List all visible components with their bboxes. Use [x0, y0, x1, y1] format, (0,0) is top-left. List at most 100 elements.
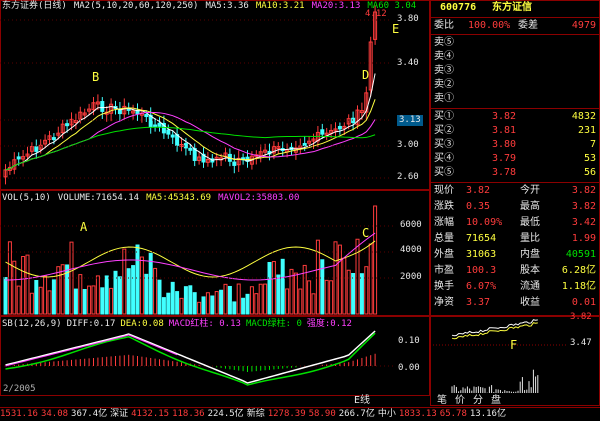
- volume-bar: [91, 285, 96, 315]
- stock-code: 600776: [440, 2, 477, 13]
- volume-bar: [337, 244, 342, 315]
- main-header-item-4: MA20:3.13: [311, 1, 361, 11]
- volume-bar: [324, 279, 329, 315]
- volume-bar: [342, 257, 347, 315]
- stat-value: 0.35: [466, 201, 491, 212]
- stat-value-2: 3.82: [571, 201, 596, 212]
- stat-value: 71654: [466, 233, 497, 244]
- stat-label: 总量: [434, 233, 454, 244]
- vol-axis-2: 4000: [400, 245, 422, 255]
- volume-bar: [285, 288, 290, 315]
- tab-bi[interactable]: 笔: [434, 395, 450, 407]
- mini-price-line: [451, 319, 538, 337]
- tab-e-line[interactable]: E线: [350, 395, 374, 407]
- stat-label: 换手: [434, 281, 454, 292]
- candle-body: [170, 134, 175, 138]
- sell-label: 卖③: [434, 65, 454, 76]
- macd-header: SB(12,26,9) DIFF:0.17 DEA:0.08 MACD红柱: 0.13…: [2, 319, 357, 330]
- vol-header-item-2: MA5:45343.69: [146, 193, 212, 203]
- volume-bar: [161, 297, 166, 315]
- volume-bar: [21, 256, 26, 315]
- volume-bar: [276, 274, 281, 315]
- candle-body: [144, 114, 149, 118]
- stat-label: 涨幅: [434, 217, 454, 228]
- annotation-b: B: [92, 70, 100, 84]
- tab-pan[interactable]: 盘: [488, 395, 504, 407]
- ticker-item-10: 266.7亿: [338, 409, 375, 419]
- ticker-item-3: 深证: [110, 409, 129, 419]
- annotation-f: F: [510, 338, 518, 352]
- candle-body: [302, 143, 307, 147]
- ticker-item-1: 34.08: [40, 409, 69, 419]
- volume-bar: [56, 266, 61, 315]
- current-price-tag: 3.13: [397, 115, 423, 126]
- volume-bar: [210, 295, 215, 315]
- buy-row: 买① 3.82 4832: [432, 111, 600, 123]
- candle-body: [232, 161, 237, 166]
- volume-bar: [104, 275, 109, 315]
- volume-bar: [232, 301, 237, 315]
- stat-value: 3.37: [466, 297, 491, 308]
- volume-bar: [43, 275, 48, 315]
- stat-value-2: 3.82: [571, 185, 596, 196]
- vol-axis-1: 6000: [400, 220, 422, 230]
- volume-bar: [166, 292, 171, 315]
- buy-price: 3.82: [492, 111, 517, 122]
- tab-fen[interactable]: 分: [470, 395, 486, 407]
- candle-body: [337, 125, 342, 130]
- volume-bar: [201, 296, 206, 315]
- axis-label-3: 3.00: [397, 140, 419, 150]
- ticker-item-13: 65.78: [439, 409, 467, 419]
- volume-bar: [183, 286, 188, 315]
- vol-header-item-3: MAVOL2:35803.00: [218, 193, 300, 203]
- volume-bar: [100, 287, 105, 315]
- mini-avg-line: [451, 322, 538, 340]
- volume-bar: [179, 297, 184, 315]
- volume-bar: [329, 280, 334, 315]
- wei-bi-label: 委比: [434, 20, 454, 31]
- volume-bar: [364, 266, 369, 315]
- stat-value-2: 0.01: [571, 297, 596, 308]
- ticker-item-0: 1531.16: [0, 409, 38, 419]
- volume-bar: [60, 264, 65, 315]
- volume-bar: [73, 288, 78, 315]
- volume-bar: [153, 267, 158, 315]
- sell-row: 卖④: [432, 51, 600, 63]
- tab-jia[interactable]: 价: [452, 395, 468, 407]
- peak-price-label: 4.12: [365, 9, 387, 19]
- axis-label-4: 2.60: [397, 172, 419, 182]
- main-header: 东方证券(日线) MA2(5,10,20,60,120,250) MA5:3.36 M…: [2, 1, 423, 12]
- vol-header-item-0: VOL(5,10): [2, 193, 51, 203]
- ticker-item-8: 1278.39: [267, 409, 306, 419]
- buy-row: 买④ 3.79 53: [432, 153, 600, 165]
- wei-bi-value: 100.00%: [468, 20, 511, 31]
- ma-line-5: [5, 73, 376, 171]
- buy-row: 买⑤ 3.78 56: [432, 167, 600, 179]
- buy-label: 买②: [434, 125, 454, 136]
- buy-row: 买② 3.81 231: [432, 125, 600, 137]
- volume-bar: [359, 273, 364, 315]
- candle-body: [166, 129, 171, 135]
- annotation-e: E: [392, 22, 400, 36]
- stat-value: 31063: [466, 249, 497, 260]
- volume-bar: [175, 291, 180, 315]
- volume-bar: [126, 268, 131, 315]
- stat-row: 现价 3.82 今开 3.82: [432, 185, 600, 197]
- volume-bar: [311, 293, 316, 315]
- stat-value: 6.07%: [466, 281, 497, 292]
- ticker-item-7: 新综: [246, 409, 265, 419]
- candle-body: [157, 122, 162, 127]
- volume-bar: [34, 280, 39, 315]
- macd-header-item-2: DEA:0.08: [120, 319, 164, 329]
- buy-price: 3.79: [492, 153, 517, 164]
- index-ticker-bar: 1531.16 34.08 367.4亿 深证 4132.15 118.36 224.5亿新…: [0, 407, 600, 421]
- sell-row: 卖②: [432, 79, 600, 91]
- volume-bar: [236, 283, 241, 315]
- ticker-item-2: 367.4亿: [71, 409, 108, 419]
- vol-axis-3: 2000: [400, 272, 422, 282]
- axis-label-2: 3.40: [397, 58, 419, 68]
- volume-bar: [192, 292, 197, 315]
- buy-vol: 53: [583, 153, 596, 164]
- buy-row: 买③ 3.80 7: [432, 139, 600, 151]
- sell-row: 卖⑤: [432, 37, 600, 49]
